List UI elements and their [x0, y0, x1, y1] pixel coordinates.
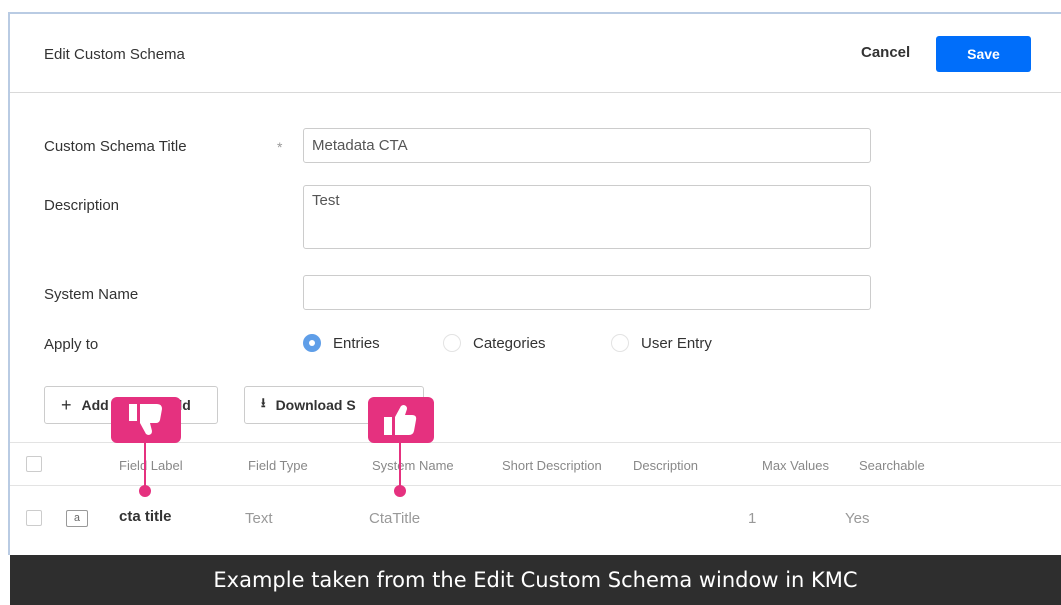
window-header: Edit Custom Schema Cancel Save [10, 14, 1061, 93]
radio-entries-indicator [303, 334, 321, 352]
add-field-label-start: Add [81, 397, 109, 413]
required-mark: * [277, 139, 283, 155]
apply-to-label: Apply to [44, 336, 99, 353]
select-all-checkbox[interactable] [26, 456, 42, 472]
col-field-label: Field Label [119, 458, 183, 473]
table-row[interactable]: a cta title Text CtaTitle 1 Yes [10, 486, 1061, 555]
schema-title-input[interactable] [303, 128, 871, 163]
plus-icon: + [61, 394, 72, 415]
fields-table-header: Field Label Field Type System Name Short… [10, 442, 1061, 486]
thumbs-up-pin-dot [394, 485, 406, 497]
radio-categories[interactable]: Categories [443, 334, 546, 352]
row-field-label: cta title [119, 508, 172, 525]
row-system-name: CtaTitle [369, 510, 421, 527]
row-searchable: Yes [845, 510, 870, 527]
thumbs-down-badge [111, 397, 181, 443]
col-short-description: Short Description [502, 458, 602, 473]
col-system-name: System Name [372, 458, 454, 473]
col-max-values: Max Values [762, 458, 829, 473]
save-button[interactable]: Save [936, 36, 1031, 72]
thumbs-up-badge [368, 397, 434, 443]
edit-custom-schema-window: Edit Custom Schema Cancel Save Custom Sc… [0, 0, 1061, 605]
row-checkbox[interactable] [26, 510, 42, 526]
thumbs-up-icon [384, 405, 417, 435]
thumbs-down-pin-line [144, 440, 146, 490]
schema-title-label: Custom Schema Title [44, 138, 187, 155]
radio-user-entry[interactable]: User Entry [611, 334, 712, 352]
radio-entries-label: Entries [333, 334, 380, 352]
radio-user-entry-label: User Entry [641, 334, 712, 352]
radio-categories-indicator [443, 334, 461, 352]
caption-bar: Example taken from the Edit Custom Schem… [10, 555, 1061, 605]
col-searchable: Searchable [859, 458, 925, 473]
thumbs-up-pin-line [399, 440, 401, 490]
col-description: Description [633, 458, 699, 473]
system-name-label: System Name [44, 286, 139, 303]
description-textarea[interactable]: Test [303, 185, 871, 249]
download-arrow-icon: ⭳ [261, 395, 266, 410]
thumbs-down-icon [129, 404, 162, 435]
system-name-input[interactable] [303, 275, 871, 310]
radio-categories-label: Categories [473, 334, 546, 352]
col-field-type: Field Type [248, 458, 308, 473]
text-type-icon: a [66, 510, 88, 527]
download-label: Download S [275, 397, 356, 413]
radio-user-entry-indicator [611, 334, 629, 352]
row-field-type: Text [245, 510, 273, 527]
caption-text: Example taken from the Edit Custom Schem… [213, 568, 858, 592]
cancel-button[interactable]: Cancel [861, 44, 910, 61]
window-title: Edit Custom Schema [44, 46, 185, 63]
radio-entries[interactable]: Entries [303, 334, 380, 352]
thumbs-down-pin-dot [139, 485, 151, 497]
description-label: Description [44, 197, 120, 214]
row-max-values: 1 [748, 510, 757, 527]
